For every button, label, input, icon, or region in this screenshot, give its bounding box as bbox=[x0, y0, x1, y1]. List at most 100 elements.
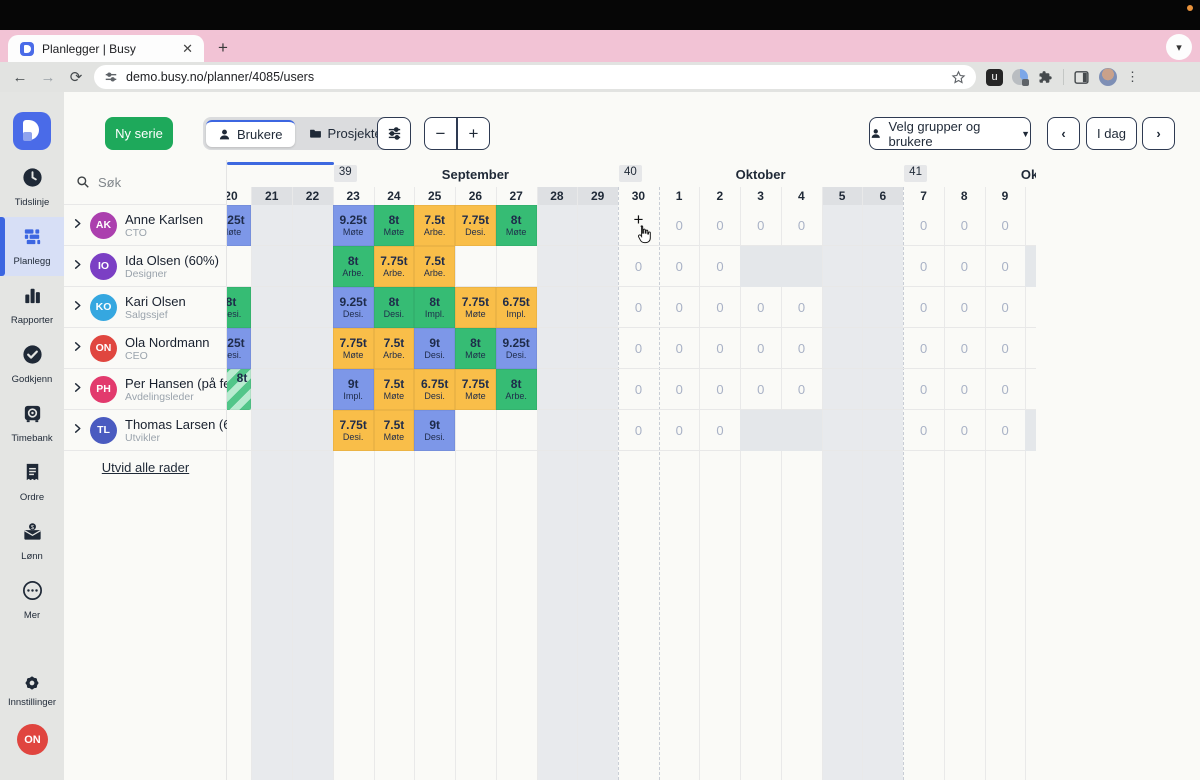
search-input[interactable]: Søk bbox=[64, 160, 227, 205]
zero-hours-cell[interactable]: 0 bbox=[618, 328, 659, 369]
zero-hours-cell[interactable]: 0 bbox=[659, 369, 700, 410]
zero-hours-cell[interactable]: 0 bbox=[618, 246, 659, 287]
zero-hours-cell[interactable]: 0 bbox=[659, 246, 700, 287]
zero-hours-cell[interactable]: 0 bbox=[985, 410, 1026, 451]
allocation-cell[interactable]: 9.25tDesi. bbox=[227, 328, 251, 369]
sidebar-item-innstillinger[interactable]: Innstillinger bbox=[0, 672, 64, 708]
sidebar-item-mer[interactable]: Mer bbox=[0, 571, 64, 630]
sidebar-item-tidslinje[interactable]: Tidslinje bbox=[0, 158, 64, 217]
zero-hours-cell[interactable]: 0 bbox=[903, 205, 944, 246]
zero-hours-cell[interactable]: 0 bbox=[659, 410, 700, 451]
zero-hours-cell[interactable]: 0 bbox=[659, 287, 700, 328]
expand-row-chevron-icon[interactable] bbox=[64, 380, 90, 398]
tab-search-chevron-icon[interactable]: ▾ bbox=[1166, 34, 1192, 60]
allocation-cell[interactable]: 8tMøte bbox=[374, 205, 415, 246]
zero-hours-cell[interactable]: 0 bbox=[1025, 287, 1036, 328]
zero-hours-cell[interactable]: 0 bbox=[944, 205, 985, 246]
busy-logo[interactable] bbox=[13, 112, 51, 150]
scroll-position-indicator[interactable] bbox=[227, 162, 334, 165]
sidebar-item-timebank[interactable]: Timebank bbox=[0, 394, 64, 453]
next-period-button[interactable]: › bbox=[1142, 117, 1175, 150]
allocation-cell[interactable]: 8tImpl. bbox=[414, 287, 455, 328]
back-icon[interactable]: ← bbox=[6, 69, 34, 86]
zoom-out-button[interactable]: − bbox=[424, 117, 457, 150]
zoom-in-button[interactable]: + bbox=[457, 117, 490, 150]
zero-hours-cell[interactable]: 0 bbox=[903, 287, 944, 328]
zero-hours-cell[interactable]: 0 bbox=[1025, 369, 1036, 410]
zero-hours-cell[interactable]: 0 bbox=[699, 287, 740, 328]
zero-hours-cell[interactable]: 0 bbox=[740, 328, 781, 369]
zero-hours-cell[interactable]: 0 bbox=[944, 328, 985, 369]
filter-button[interactable] bbox=[377, 117, 411, 150]
zero-hours-cell[interactable]: 0 bbox=[985, 246, 1026, 287]
zero-hours-cell[interactable]: 0 bbox=[781, 369, 822, 410]
zero-hours-cell[interactable]: 0 bbox=[985, 205, 1026, 246]
bookmark-star-icon[interactable] bbox=[951, 70, 966, 85]
group-picker-dropdown[interactable]: Velg grupper og brukere ▼ bbox=[869, 117, 1031, 150]
allocation-cell-vacation[interactable]: 8t bbox=[227, 369, 251, 410]
zero-hours-cell[interactable]: 0 bbox=[699, 410, 740, 451]
zero-hours-cell[interactable]: 0 bbox=[903, 369, 944, 410]
zero-hours-cell[interactable]: 0 bbox=[699, 205, 740, 246]
new-tab-button[interactable]: + bbox=[212, 38, 234, 58]
zero-hours-cell[interactable]: 0 bbox=[985, 287, 1026, 328]
allocation-cell[interactable]: 9tDesi. bbox=[414, 328, 455, 369]
user-avatar[interactable]: PH bbox=[90, 376, 117, 403]
allocation-cell[interactable]: 7.5tArbe. bbox=[414, 205, 455, 246]
extension-icon-u[interactable]: u bbox=[986, 69, 1003, 86]
zero-hours-cell[interactable]: 0 bbox=[618, 369, 659, 410]
user-avatar[interactable]: KO bbox=[90, 294, 117, 321]
site-info-icon[interactable] bbox=[104, 70, 118, 84]
allocation-cell[interactable]: 8tArbe. bbox=[333, 246, 374, 287]
zero-hours-cell[interactable]: 0 bbox=[903, 246, 944, 287]
allocation-cell[interactable]: 6.75tImpl. bbox=[496, 287, 537, 328]
today-button[interactable]: I dag bbox=[1086, 117, 1137, 150]
allocation-cell[interactable]: 7.5tMøte bbox=[374, 369, 415, 410]
allocation-cell[interactable]: 7.5tArbe. bbox=[414, 246, 455, 287]
allocation-cell[interactable]: 7.75tDesi. bbox=[455, 205, 496, 246]
expand-all-rows-link[interactable]: Utvid alle rader bbox=[64, 460, 227, 475]
zero-hours-cell[interactable]: 0 bbox=[944, 410, 985, 451]
zero-hours-cell[interactable]: 0 bbox=[659, 328, 700, 369]
expand-row-chevron-icon[interactable] bbox=[64, 421, 90, 439]
user-avatar[interactable]: TL bbox=[90, 417, 117, 444]
zero-hours-cell[interactable]: 0 bbox=[903, 328, 944, 369]
browser-menu-icon[interactable]: ⋮ bbox=[1126, 69, 1139, 85]
previous-period-button[interactable]: ‹ bbox=[1047, 117, 1080, 150]
allocation-cell[interactable]: 7.75tMøte bbox=[455, 369, 496, 410]
zero-hours-cell[interactable]: 0 bbox=[985, 328, 1026, 369]
allocation-cell[interactable]: 7.75tArbe. bbox=[374, 246, 415, 287]
allocation-cell[interactable]: 9.25tDesi. bbox=[333, 287, 374, 328]
user-avatar[interactable]: IO bbox=[90, 253, 117, 280]
allocation-cell[interactable]: 9.25tMøte bbox=[227, 205, 251, 246]
allocation-cell[interactable]: 6.75tDesi. bbox=[414, 369, 455, 410]
allocation-cell[interactable]: 9tImpl. bbox=[333, 369, 374, 410]
zero-hours-cell[interactable]: 0 bbox=[659, 205, 700, 246]
zero-hours-cell[interactable]: 0 bbox=[1025, 205, 1036, 246]
sidebar-item-lonn[interactable]: $Lønn bbox=[0, 512, 64, 571]
zero-hours-cell[interactable]: 0 bbox=[618, 410, 659, 451]
zero-hours-cell[interactable]: 0 bbox=[944, 369, 985, 410]
expand-row-chevron-icon[interactable] bbox=[64, 298, 90, 316]
zero-hours-cell[interactable]: 0 bbox=[699, 328, 740, 369]
allocation-cell[interactable]: 7.75tDesi. bbox=[333, 410, 374, 451]
extensions-puzzle-icon[interactable] bbox=[1037, 69, 1054, 86]
zero-hours-cell[interactable]: 0 bbox=[781, 287, 822, 328]
allocation-cell[interactable]: 9tDesi. bbox=[414, 410, 455, 451]
sidebar-item-planlegg[interactable]: Planlegg bbox=[0, 217, 64, 276]
user-avatar[interactable]: ON bbox=[90, 335, 117, 362]
sidebar-item-godkjenn[interactable]: Godkjenn bbox=[0, 335, 64, 394]
zero-hours-cell[interactable]: 0 bbox=[699, 246, 740, 287]
zero-hours-cell[interactable]: 0 bbox=[781, 328, 822, 369]
allocation-cell[interactable]: 8tMøte bbox=[496, 205, 537, 246]
new-series-button[interactable]: Ny serie bbox=[105, 117, 173, 150]
reload-icon[interactable]: ⟳ bbox=[62, 68, 90, 86]
sidebar-item-rapporter[interactable]: Rapporter bbox=[0, 276, 64, 335]
extension-icon-lock[interactable] bbox=[1012, 69, 1028, 85]
allocation-cell[interactable]: 8tArbe. bbox=[496, 369, 537, 410]
zero-hours-cell[interactable]: 0 bbox=[944, 246, 985, 287]
allocation-cell[interactable]: 8tMøte bbox=[455, 328, 496, 369]
zero-hours-cell[interactable]: 0 bbox=[903, 410, 944, 451]
expand-row-chevron-icon[interactable] bbox=[64, 339, 90, 357]
allocation-cell[interactable]: 7.75tMøte bbox=[333, 328, 374, 369]
